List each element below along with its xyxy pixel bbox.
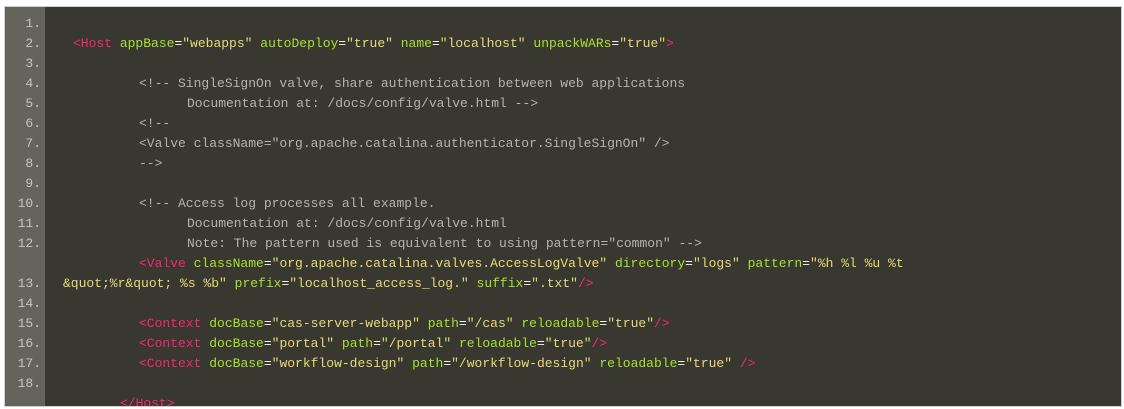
attr-reloadable: reloadable <box>521 316 600 331</box>
code-line-12-wrap: &quot;%r&quot; %s %b" prefix="localhost_… <box>63 276 594 291</box>
comment-valve-sso: <Valve className="org.apache.catalina.au… <box>139 136 670 151</box>
code-line-11: Note: The pattern used is equivalent to … <box>5 214 702 251</box>
value-docbase: "portal" <box>271 336 335 351</box>
code-line-1: <Host appBase="webapps" autoDeploy="true… <box>73 36 674 51</box>
code-line-18: </Host> <box>5 374 175 406</box>
value-directory: "logs" <box>692 256 740 271</box>
value-reloadable: "true" <box>685 356 733 371</box>
host-close-tag: </Host> <box>120 396 175 407</box>
value-classname: "org.apache.catalina.valves.AccessLogVal… <box>271 256 608 271</box>
attr-docbase: docBase <box>209 336 264 351</box>
attr-docbase: docBase <box>209 316 264 331</box>
code-line-5: <!-- <box>5 94 170 131</box>
value-appbase: "webapps" <box>182 36 253 51</box>
host-open-tag: <Host <box>73 36 113 51</box>
comment-accesslog-1: <!-- Access log processes all example. <box>139 196 436 211</box>
code-line-10: Documentation at: /docs/config/valve.htm… <box>5 194 507 231</box>
valve-open-tag: <Valve <box>139 256 186 271</box>
attr-unpackwars: unpackWARs <box>533 36 612 51</box>
value-pattern: "%h %l %u %t <box>810 256 904 271</box>
value-docbase: "cas-server-webapp" <box>271 316 420 331</box>
value-reloadable: "true" <box>607 316 654 331</box>
value-docbase: "workflow-design" <box>271 356 405 371</box>
value-path: "/workflow-design" <box>451 356 592 371</box>
comment-accesslog-2: Documentation at: /docs/config/valve.htm… <box>187 216 507 231</box>
attr-autodeploy: autoDeploy <box>260 36 339 51</box>
value-name: "localhost" <box>439 36 526 51</box>
code-line-16: <Context docBase="workflow-design" path=… <box>139 356 756 371</box>
code-line-14: <Context docBase="cas-server-webapp" pat… <box>139 316 670 331</box>
value-reloadable: "true" <box>544 336 592 351</box>
comment-sso-1: <!-- SingleSignOn valve, share authentic… <box>139 76 686 91</box>
value-path: "/cas" <box>466 316 514 331</box>
attr-directory: directory <box>614 256 686 271</box>
value-suffix: ".txt" <box>531 276 578 291</box>
value-unpackwars: "true" <box>619 36 667 51</box>
code-line-3: <!-- SingleSignOn valve, share authentic… <box>5 54 685 91</box>
context-open-tag: <Context <box>139 316 202 331</box>
value-prefix: "localhost_access_log." <box>289 276 469 291</box>
code-line-4: Documentation at: /docs/config/valve.htm… <box>5 74 538 111</box>
context-open-tag: <Context <box>139 336 202 351</box>
code-line-12: <Valve className="org.apache.catalina.va… <box>139 256 904 271</box>
host-open-tag-close: > <box>666 36 674 51</box>
attr-reloadable: reloadable <box>458 336 537 351</box>
comment-sso-2: Documentation at: /docs/config/valve.htm… <box>187 96 539 111</box>
code-line-7: --> <box>5 134 162 171</box>
code-line-9: <!-- Access log processes all example. <box>5 174 435 211</box>
context-close: /> <box>739 356 756 371</box>
value-pattern-cont: &quot;%r&quot; %s %b" <box>63 276 227 291</box>
code-block: 1. 2. 3. 4. 5. 6. 7. 8. 9. 10. 11. 12. 13. 14. 15. 16. 1… <box>4 6 1122 407</box>
code-line-15: <Context docBase="portal" path="/portal"… <box>139 336 608 351</box>
attr-classname: className <box>193 256 264 271</box>
attr-path: path <box>412 356 444 371</box>
comment-close: --> <box>139 156 163 171</box>
attr-path: path <box>341 336 374 351</box>
attr-reloadable: reloadable <box>599 356 678 371</box>
valve-close: /> <box>577 276 594 291</box>
context-close: /> <box>654 316 670 331</box>
comment-accesslog-3: Note: The pattern used is equivalent to … <box>187 236 702 251</box>
attr-prefix: prefix <box>234 276 282 291</box>
context-open-tag: <Context <box>139 356 202 371</box>
attr-suffix: suffix <box>476 276 524 291</box>
attr-path: path <box>427 316 459 331</box>
value-autodeploy: "true" <box>346 36 393 51</box>
attr-pattern: pattern <box>747 256 803 271</box>
comment-open: <!-- <box>139 116 171 131</box>
value-path: "/portal" <box>380 336 452 351</box>
context-close: /> <box>591 336 608 351</box>
code-line-6: <Valve className="org.apache.catalina.au… <box>5 114 670 151</box>
attr-appbase: appBase <box>119 36 175 51</box>
attr-name: name <box>400 36 432 51</box>
attr-docbase: docBase <box>209 356 264 371</box>
